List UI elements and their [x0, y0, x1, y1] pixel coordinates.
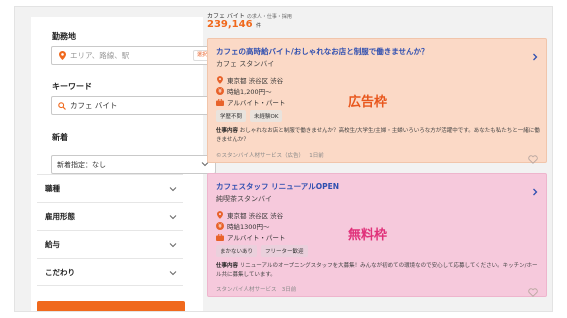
- free-slot-label: 無料枠: [348, 228, 388, 243]
- wage-text: 時給1,200円〜: [227, 88, 272, 96]
- tag-list: まかないあり フリーター歓迎: [216, 245, 308, 257]
- tag: 学歴不問: [216, 110, 247, 122]
- yen-icon: ¥: [216, 87, 224, 95]
- description-text: リニューアルのオープニングスタッフを大募集！みんなが初めての環境なので安心して応…: [216, 263, 538, 278]
- new-select[interactable]: 新着指定：なし: [51, 155, 216, 174]
- new-label: 新着: [52, 133, 68, 142]
- search-button[interactable]: [37, 301, 185, 311]
- accordion-label: 給与: [45, 240, 60, 249]
- description-label: 仕事内容: [216, 128, 239, 134]
- location-label: 勤務地: [52, 32, 76, 41]
- keyword-input[interactable]: [68, 101, 178, 110]
- heart-icon[interactable]: [528, 149, 538, 168]
- keyword-field[interactable]: [51, 96, 216, 115]
- job-title-link[interactable]: カフェの高時給バイト/おしゃれなお店と制服で働きませんか？: [216, 46, 429, 57]
- svg-text:¥: ¥: [218, 88, 222, 95]
- result-count-value: 239,146: [207, 19, 253, 30]
- source-text: スタンバイ人材サービス: [216, 287, 277, 293]
- job-title-link[interactable]: カフェスタッフ リニューアルOPEN: [216, 181, 339, 192]
- location-field[interactable]: 選択: [51, 46, 216, 65]
- wage-text: 時給1300円〜: [227, 223, 270, 231]
- briefcase-icon: [216, 233, 224, 241]
- accordion-label: 雇用形態: [45, 212, 75, 221]
- map-pin-icon: [216, 76, 224, 84]
- job-wage: ¥ 時給1300円〜: [216, 221, 270, 231]
- accordion-preferences[interactable]: こだわり: [37, 258, 183, 286]
- company-name: 純喫茶スタンバイ: [216, 195, 272, 203]
- chevron-down-icon: [169, 269, 177, 278]
- company-name: カフェ スタンバイ: [216, 60, 275, 68]
- type-text: アルバイト・パート: [227, 234, 286, 242]
- tag-list: 学歴不問 未経験OK: [216, 110, 283, 122]
- search-icon: [56, 101, 68, 110]
- description-text: おしゃれなお店と制服で働きませんか？高校生/大学生/主婦・主婦いろいろな方が活躍…: [216, 128, 540, 143]
- job-type: アルバイト・パート: [216, 97, 285, 107]
- type-text: アルバイト・パート: [227, 99, 286, 107]
- accordion-employment-type[interactable]: 雇用形態: [37, 202, 183, 230]
- accordion-salary[interactable]: 給与: [37, 230, 183, 258]
- chevron-down-icon: [169, 241, 177, 250]
- result-count: 239,146 件: [207, 19, 261, 30]
- description-label: 仕事内容: [216, 263, 239, 269]
- posted-date: 1日前: [309, 153, 324, 159]
- ad-slot-label: 広告枠: [348, 95, 388, 110]
- posted-date: 3日前: [281, 287, 297, 293]
- heart-icon[interactable]: [528, 282, 538, 301]
- job-wage: ¥ 時給1,200円〜: [216, 86, 272, 96]
- chevron-down-icon: [169, 213, 177, 222]
- chevron-right-icon[interactable]: [532, 181, 538, 200]
- location-input[interactable]: [68, 51, 178, 60]
- job-meta: ©スタンバイ人材サービス（広告） 1日前: [216, 151, 324, 159]
- location-text: 東京都 渋谷区 渋谷: [227, 77, 284, 85]
- tag: フリーター歓迎: [261, 245, 308, 257]
- job-card-ad[interactable]: カフェの高時給バイト/おしゃれなお店と制服で働きませんか？ カフェ スタンバイ …: [207, 38, 547, 164]
- job-location: 東京都 渋谷区 渋谷: [216, 210, 283, 220]
- tag: まかないあり: [216, 245, 258, 257]
- keyword-label: キーワード: [52, 82, 92, 91]
- accordion-job-type[interactable]: 職種: [37, 174, 183, 202]
- new-select-value: 新着指定：なし: [57, 160, 106, 169]
- map-pin-icon: [216, 211, 224, 219]
- result-count-unit: 件: [256, 23, 262, 29]
- chevron-right-icon[interactable]: [532, 46, 538, 65]
- svg-text:¥: ¥: [218, 223, 222, 230]
- location-text: 東京都 渋谷区 渋谷: [227, 212, 284, 220]
- chevron-down-icon: [169, 185, 177, 194]
- job-description: 仕事内容 リニューアルのオープニングスタッフを大募集！みんなが初めての環境なので…: [216, 262, 542, 280]
- job-card-free[interactable]: カフェスタッフ リニューアルOPEN 純喫茶スタンバイ 東京都 渋谷区 渋谷 ¥…: [207, 173, 547, 297]
- yen-icon: ¥: [216, 222, 224, 230]
- source-text: ©スタンバイ人材サービス（広告）: [216, 153, 305, 159]
- tag: 未経験OK: [250, 110, 283, 122]
- screenshot-frame: 勤務地 選択 キーワード 新着 新着指定：なし 職種 雇用形態: [14, 6, 553, 312]
- job-description: 仕事内容 おしゃれなお店と制服で働きませんか？高校生/大学生/主婦・主婦いろいろ…: [216, 127, 542, 145]
- job-location: 東京都 渋谷区 渋谷: [216, 75, 283, 85]
- map-pin-icon: [56, 51, 68, 60]
- briefcase-icon: [216, 98, 224, 106]
- accordion-label: こだわり: [45, 267, 75, 277]
- accordion-label: 職種: [45, 184, 60, 193]
- job-meta: スタンバイ人材サービス 3日前: [216, 285, 296, 293]
- job-type: アルバイト・パート: [216, 232, 285, 242]
